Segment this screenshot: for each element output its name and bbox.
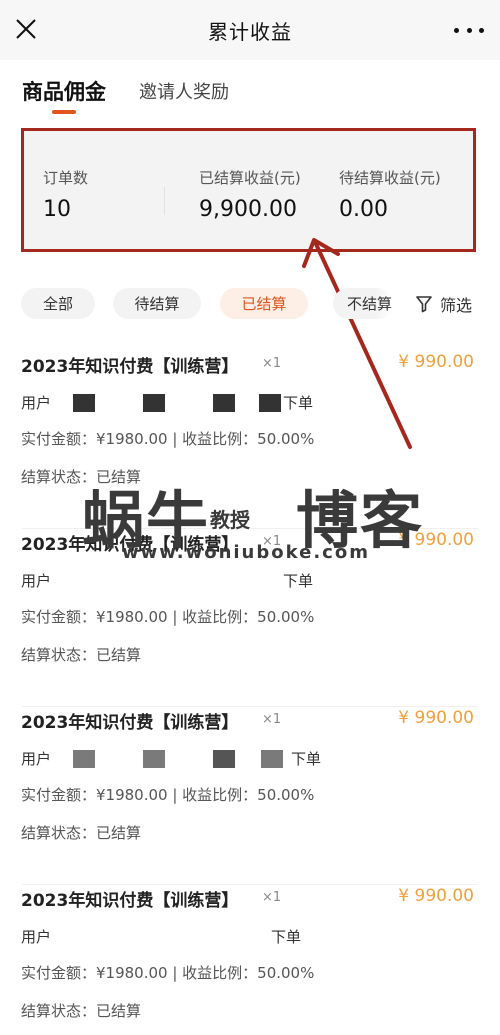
redaction-block — [213, 394, 235, 412]
order-user-row: 用户 下单 — [21, 748, 481, 772]
order-detail: 实付金额：¥1980.00 | 收益比例：50.00% — [21, 430, 315, 448]
order-detail: 实付金额：¥1980.00 | 收益比例：50.00% — [21, 786, 315, 804]
redaction-block — [73, 750, 95, 768]
order-user-row: 用户 下单 — [21, 392, 481, 416]
more-icon-dot — [479, 27, 484, 33]
order-quantity: ×1 — [262, 534, 282, 549]
pending-income-label: 待结算收益(元) — [339, 169, 441, 187]
close-icon — [16, 19, 36, 39]
order-status: 结算状态：已结算 — [21, 824, 142, 842]
order-item[interactable]: 2023年知识付费【训练营】 ×1 ¥ 990.00 用户 下单 实付金额：¥1… — [0, 352, 500, 529]
order-title: 2023年知识付费【训练营】 — [21, 713, 239, 733]
tab-product-commission[interactable]: 商品佣金 — [22, 76, 106, 106]
filter-chip-all[interactable]: 全部 — [21, 288, 95, 319]
order-item[interactable]: 2023年知识付费【训练营】 ×1 ¥ 990.00 用户 下单 实付金额：¥1… — [0, 530, 500, 707]
order-status: 结算状态：已结算 — [21, 646, 142, 664]
order-status: 结算状态：已结算 — [21, 468, 142, 486]
funnel-icon — [416, 295, 432, 312]
order-amount: ¥ 990.00 — [398, 886, 474, 906]
order-status: 结算状态：已结算 — [21, 1002, 142, 1020]
order-detail: 实付金额：¥1980.00 | 收益比例：50.00% — [21, 608, 315, 626]
filter-chip-settled[interactable]: 已结算 — [220, 288, 308, 319]
redaction-block — [73, 394, 95, 412]
order-item[interactable]: 2023年知识付费【训练营】 ×1 ¥ 990.00 用户 下单 实付金额：¥1… — [0, 886, 500, 1035]
redaction-block — [259, 394, 281, 412]
redaction-block — [213, 750, 235, 768]
order-title: 2023年知识付费【训练营】 — [21, 357, 239, 377]
order-quantity: ×1 — [262, 712, 282, 727]
redaction-block — [261, 750, 283, 768]
redaction-block — [143, 750, 165, 768]
tab-invite-reward[interactable]: 邀请人奖励 — [139, 78, 229, 104]
pending-income-value: 0.00 — [339, 197, 388, 222]
divider — [22, 706, 478, 707]
user-label: 用户 — [21, 928, 52, 946]
filter-bar: 全部 待结算 已结算 不结算 筛选 — [0, 288, 500, 320]
order-user-row: 用户 下单 — [21, 570, 481, 594]
tab-indicator — [52, 110, 76, 114]
page-title: 累计收益 — [208, 19, 292, 44]
more-icon-dot — [454, 27, 459, 33]
order-detail: 实付金额：¥1980.00 | 收益比例：50.00% — [21, 964, 315, 982]
user-label: 用户 — [21, 394, 52, 412]
filter-button[interactable]: 筛选 — [414, 288, 472, 319]
order-user-row: 用户 下单 — [21, 926, 481, 950]
order-quantity: ×1 — [262, 356, 282, 371]
user-action: 下单 — [271, 928, 302, 946]
order-title: 2023年知识付费【训练营】 — [21, 891, 239, 911]
order-count-label: 订单数 — [43, 169, 89, 187]
order-item[interactable]: 2023年知识付费【训练营】 ×1 ¥ 990.00 用户 下单 实付金额：¥1… — [0, 708, 500, 885]
more-button[interactable] — [454, 20, 484, 40]
order-amount: ¥ 990.00 — [398, 708, 474, 728]
order-count-value: 10 — [43, 197, 71, 222]
filter-chip-unsettled[interactable]: 不结算 — [333, 288, 393, 319]
divider — [22, 528, 478, 529]
title-bar: 累计收益 — [0, 0, 500, 60]
user-label: 用户 — [21, 572, 52, 590]
tab-bar: 商品佣金 邀请人奖励 — [0, 60, 500, 120]
settled-income-value: 9,900.00 — [199, 197, 297, 222]
user-label: 用户 — [21, 750, 52, 768]
settled-income-label: 已结算收益(元) — [199, 169, 301, 187]
more-icon-dot — [466, 27, 472, 33]
redaction-block — [143, 394, 165, 412]
user-action: 下单 — [283, 394, 314, 412]
divider — [22, 884, 478, 885]
order-amount: ¥ 990.00 — [398, 352, 474, 372]
filter-chip-pending[interactable]: 待结算 — [113, 288, 201, 319]
close-button[interactable] — [14, 17, 38, 41]
user-action: 下单 — [291, 750, 322, 768]
order-amount: ¥ 990.00 — [398, 530, 474, 550]
user-action: 下单 — [283, 572, 314, 590]
filter-label: 筛选 — [440, 295, 473, 315]
order-title: 2023年知识付费【训练营】 — [21, 535, 239, 555]
stat-divider — [164, 187, 165, 215]
order-quantity: ×1 — [262, 890, 282, 905]
